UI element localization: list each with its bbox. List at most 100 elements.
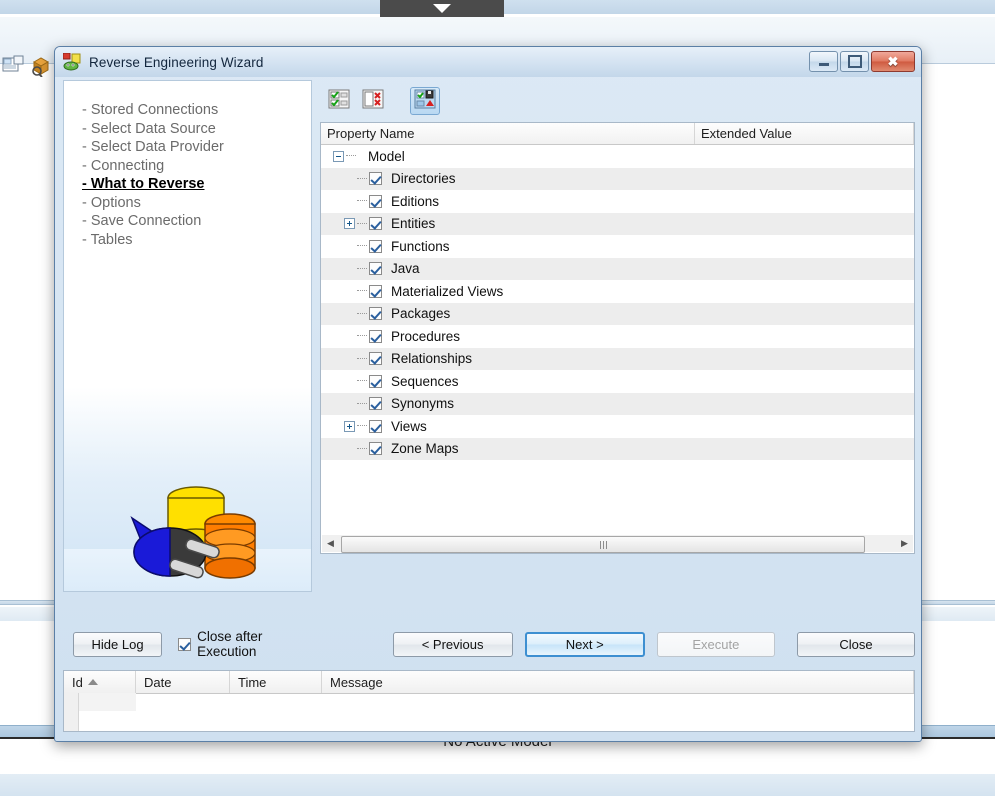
table-row[interactable]: Functions [321,235,914,258]
check-all-button[interactable] [324,87,354,115]
tree-row-label: Functions [391,238,450,254]
grip [602,540,604,549]
grip [599,540,601,549]
table-row[interactable]: Views [321,415,914,438]
column-header-message[interactable]: Message [322,671,914,693]
checkbox-sequences[interactable] [369,374,382,388]
tree-row-label: Sequences [391,373,459,389]
table-row[interactable]: Materialized Views [321,280,914,303]
table-row[interactable]: Editions [321,190,914,213]
tree-line [357,402,367,405]
expand-toggle-icon[interactable] [344,218,355,230]
tree-line [357,380,367,382]
checkbox-directories[interactable] [369,172,382,186]
collapse-toggle-icon[interactable] [333,150,344,162]
checkbox-entities[interactable] [369,217,382,231]
table-row[interactable]: Synonyms [321,392,914,415]
arrow-left-icon[interactable]: ◀ [322,535,339,552]
checkbox-zone-maps[interactable] [369,442,382,456]
column-header-extended-value[interactable]: Extended Value [695,123,914,144]
log-panel: Id Date Time Message [63,670,915,732]
tree-line [357,290,367,292]
checkbox-editions[interactable] [369,194,382,208]
close-after-execution-group[interactable]: Close after Execution [176,629,321,659]
wizard-steps-list: - Stored Connections - Select Data Sourc… [64,81,311,249]
save-selection-button[interactable] [410,87,440,115]
horizontal-scrollbar[interactable]: ◀ ▶ [322,535,913,553]
tree-row-label: Directories [391,171,456,187]
next-button[interactable]: Next > [524,631,645,657]
property-grid-rows: Model Directories Editions Entities Func… [321,145,914,460]
dialog-titlebar[interactable]: Reverse Engineering Wizard ✖ [55,47,921,77]
log-row-gutter [64,693,79,731]
tree-line [357,200,367,202]
previous-button[interactable]: < Previous [392,631,513,657]
dialog-button-bar: Hide Log Close after Execution < Previou… [63,625,916,663]
sidebar-item-connecting[interactable]: - Connecting [82,157,311,176]
tree-line [357,267,367,270]
database-plug-icon [104,476,284,591]
tree-row-label: Java [391,261,420,277]
column-header-property-name[interactable]: Property Name [321,123,695,144]
scrollbar-track[interactable] [339,536,896,553]
check-all-icon [328,89,350,114]
close-dialog-button[interactable]: Close [796,631,916,657]
reverse-engineering-wizard-dialog: Reverse Engineering Wizard ✖ - Stored Co… [54,46,922,742]
tree-line [357,245,367,247]
checkbox-relationships[interactable] [369,352,382,366]
expand-toggle-icon[interactable] [344,420,355,432]
sidebar-item-options[interactable]: - Options [82,194,311,213]
table-row[interactable]: Procedures [321,325,914,348]
sidebar-item-tables[interactable]: - Tables [82,231,311,250]
uncheck-all-icon [362,89,384,114]
tree-line [357,425,367,427]
column-header-id[interactable]: Id [64,671,136,693]
sort-ascending-icon [87,679,98,685]
sidebar-item-stored-connections[interactable]: - Stored Connections [82,101,311,120]
close-after-execution-checkbox[interactable] [178,637,192,651]
dialog-title: Reverse Engineering Wizard [89,54,264,70]
background-dropdown-tab[interactable] [380,0,504,17]
table-row[interactable]: Packages [321,302,914,325]
maximize-button[interactable] [840,51,869,72]
checkbox-functions[interactable] [369,239,382,253]
table-row[interactable]: Zone Maps [321,437,914,460]
checkbox-packages[interactable] [369,307,382,321]
checkbox-procedures[interactable] [369,329,382,343]
checkbox-synonyms[interactable] [369,397,382,411]
grip [605,540,607,549]
tree-row-model[interactable]: Model [321,145,914,168]
package-search-icon[interactable] [30,55,52,78]
arrow-right-icon[interactable]: ▶ [896,535,913,552]
chevron-down-icon [433,4,451,13]
table-row[interactable]: Java [321,257,914,280]
dialog-body: - Stored Connections - Select Data Sourc… [63,80,915,625]
table-row[interactable]: Entities [321,212,914,235]
document-window-icon[interactable] [2,55,24,75]
tree-row-label: Packages [391,306,451,322]
tree-row-label: Entities [391,216,436,232]
checkbox-views[interactable] [369,419,382,433]
checkbox-materialized-views[interactable] [369,284,382,298]
tree-line [357,312,367,315]
log-grid-header: Id Date Time Message [64,671,914,694]
sidebar-item-select-data-provider[interactable]: - Select Data Provider [82,138,311,157]
minimize-button[interactable] [809,51,838,72]
sidebar-item-select-data-source[interactable]: - Select Data Source [82,120,311,139]
scrollbar-thumb[interactable] [341,536,865,553]
sidebar-item-what-to-reverse[interactable]: - What to Reverse [82,175,311,194]
close-button[interactable]: ✖ [871,51,915,72]
tree-line [346,155,356,157]
reverse-engineering-icon [62,52,81,71]
column-header-date[interactable]: Date [136,671,230,693]
wizard-steps-panel: - Stored Connections - Select Data Sourc… [63,80,312,592]
checkbox-java[interactable] [369,262,382,276]
hide-log-button[interactable]: Hide Log [73,631,163,657]
column-header-time[interactable]: Time [230,671,322,693]
table-row[interactable]: Relationships [321,347,914,370]
table-row[interactable]: Directories [321,167,914,190]
tree-line [357,357,367,360]
uncheck-all-button[interactable] [358,87,388,115]
sidebar-item-save-connection[interactable]: - Save Connection [82,212,311,231]
table-row[interactable]: Sequences [321,370,914,393]
